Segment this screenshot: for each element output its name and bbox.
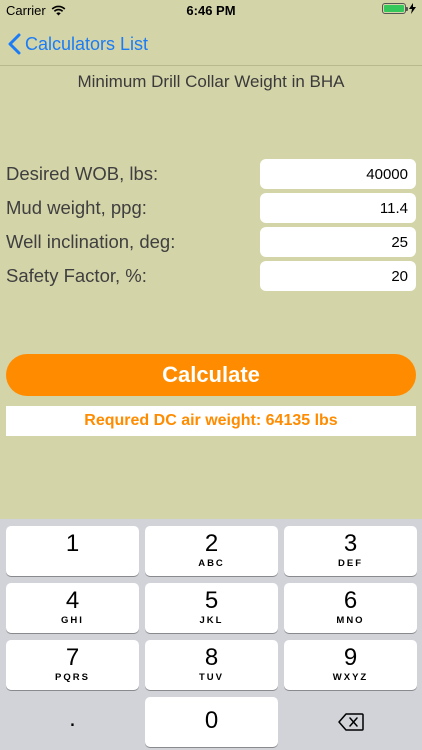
status-right — [382, 3, 416, 14]
form-row-mud-weight: Mud weight, ppg: — [0, 193, 422, 223]
key-6-number: 6 — [343, 587, 358, 614]
key-9[interactable]: 9 WXYZ — [284, 640, 417, 690]
key-4-number: 4 — [65, 587, 80, 614]
form-row-well-inclination: Well inclination, deg: — [0, 227, 422, 257]
key-3-letters: DEF — [338, 558, 363, 569]
key-decimal-point-label: . — [69, 705, 76, 732]
key-8[interactable]: 8 TUV — [145, 640, 278, 690]
desired-wob-input[interactable] — [260, 159, 416, 189]
key-1[interactable]: 1 — [6, 526, 139, 576]
key-1-number: 1 — [65, 530, 80, 557]
key-4-letters: GHI — [61, 615, 84, 626]
charging-bolt-icon — [409, 3, 416, 14]
form-row-safety-factor: Safety Factor, %: — [0, 261, 422, 291]
key-2-letters: ABC — [198, 558, 225, 569]
mud-weight-label: Mud weight, ppg: — [6, 197, 147, 218]
safety-factor-label: Safety Factor, %: — [6, 265, 147, 286]
well-inclination-label: Well inclination, deg: — [6, 231, 176, 252]
form-row-desired-wob: Desired WOB, lbs: — [0, 159, 422, 189]
key-9-letters: WXYZ — [332, 672, 369, 683]
status-time: 6:46 PM — [186, 3, 236, 18]
desired-wob-label: Desired WOB, lbs: — [6, 163, 159, 184]
key-3[interactable]: 3 DEF — [284, 526, 417, 576]
mud-weight-input[interactable] — [260, 193, 416, 223]
key-5-letters: JKL — [199, 615, 224, 626]
key-3-number: 3 — [343, 530, 358, 557]
backspace-icon — [338, 713, 364, 731]
key-decimal-point[interactable]: . — [6, 697, 139, 747]
numeric-keypad: 1 2 ABC 3 DEF 4 GHI 5 JKL 6 MNO 7 PQRS 8… — [0, 519, 422, 750]
battery-icon — [382, 3, 408, 14]
key-5-number: 5 — [204, 587, 219, 614]
key-8-number: 8 — [204, 644, 219, 671]
safety-factor-input[interactable] — [260, 261, 416, 291]
result-display: Requred DC air weight: 64135 lbs — [6, 406, 416, 436]
key-7-number: 7 — [65, 644, 80, 671]
well-inclination-input[interactable] — [260, 227, 416, 257]
key-6-letters: MNO — [336, 615, 365, 626]
key-7[interactable]: 7 PQRS — [6, 640, 139, 690]
navigation-bar: Calculators List — [0, 22, 422, 66]
key-2[interactable]: 2 ABC — [145, 526, 278, 576]
page-title: Minimum Drill Collar Weight in BHA — [77, 72, 345, 91]
back-button[interactable]: Calculators List — [8, 30, 148, 58]
key-2-number: 2 — [204, 530, 219, 557]
calculate-button[interactable]: Calculate — [6, 354, 416, 396]
key-9-number: 9 — [343, 644, 358, 671]
key-7-letters: PQRS — [55, 672, 90, 683]
status-bar: Carrier 6:46 PM — [0, 0, 422, 22]
back-button-label: Calculators List — [25, 33, 149, 54]
chevron-left-icon — [8, 33, 21, 55]
result-text: Requred DC air weight: 64135 lbs — [84, 412, 338, 429]
key-0-number: 0 — [204, 707, 219, 734]
key-5[interactable]: 5 JKL — [145, 583, 278, 633]
key-6[interactable]: 6 MNO — [284, 583, 417, 633]
key-0[interactable]: 0 — [145, 697, 278, 747]
key-backspace[interactable] — [284, 697, 417, 747]
key-4[interactable]: 4 GHI — [6, 583, 139, 633]
key-8-letters: TUV — [199, 672, 224, 683]
